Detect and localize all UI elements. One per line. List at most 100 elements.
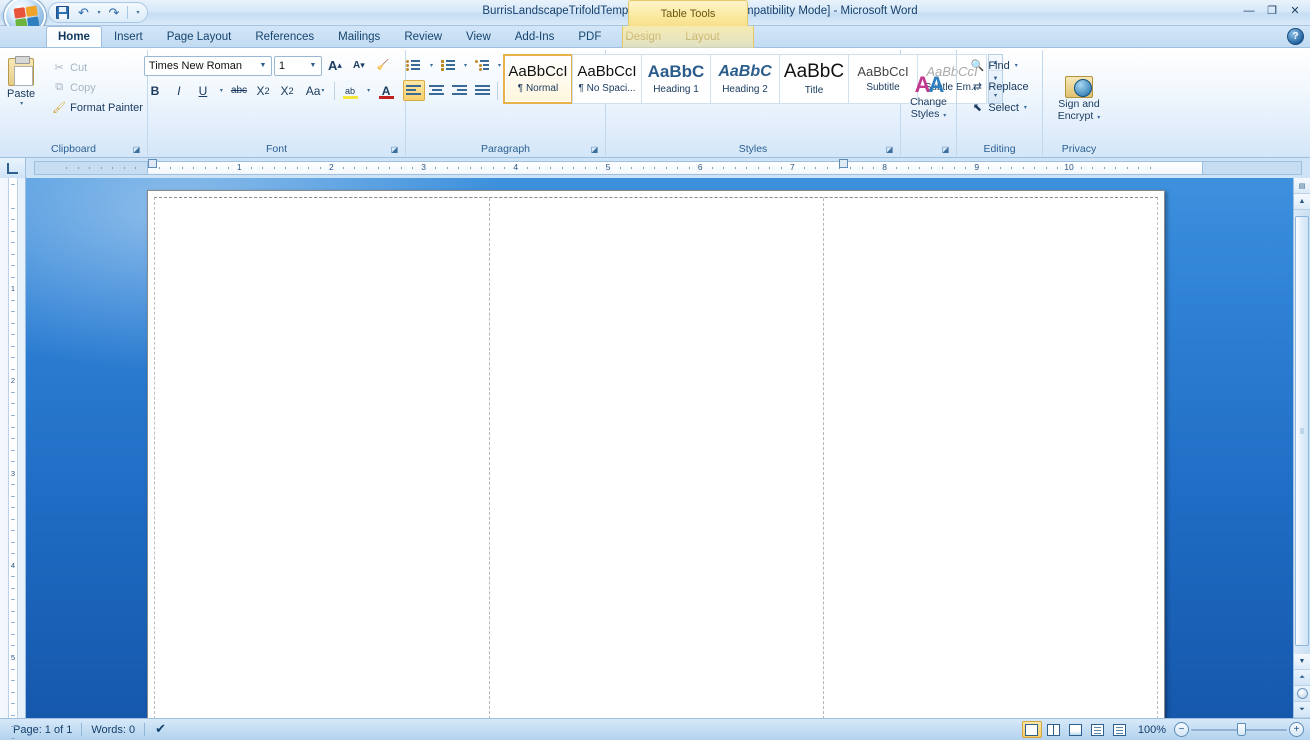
restore-button[interactable]: ❐ — [1261, 2, 1283, 19]
change-styles-dialog-launcher[interactable]: ◪ — [940, 144, 951, 155]
tab-view[interactable]: View — [454, 26, 503, 47]
right-indent-marker[interactable] — [839, 159, 848, 168]
style-name: ¶ Normal — [517, 83, 559, 95]
web-layout-view-button[interactable] — [1066, 721, 1086, 738]
tab-insert[interactable]: Insert — [102, 26, 155, 47]
superscript-button[interactable]: X2 — [276, 80, 298, 101]
horizontal-ruler[interactable]: 1 2 3 4 5 6 7 8 9 10 — [26, 158, 1310, 178]
zoom-slider-thumb[interactable] — [1237, 723, 1246, 736]
scroll-thumb[interactable] — [1295, 216, 1309, 646]
underline-button[interactable]: U — [192, 80, 214, 101]
font-dialog-launcher[interactable]: ◪ — [389, 144, 400, 155]
styles-group-label: Styles ◪ — [609, 141, 897, 156]
tab-home[interactable]: Home — [46, 26, 102, 47]
style-no-spacing[interactable]: AaBbCcI ¶ No Spaci... — [572, 54, 642, 104]
clear-formatting-button[interactable]: 🧹 — [372, 55, 394, 76]
style-heading-1[interactable]: AaBbC Heading 1 — [641, 54, 711, 104]
bold-button[interactable]: B — [144, 80, 166, 101]
help-button[interactable]: ? — [1287, 28, 1304, 45]
proofing-status-button[interactable] — [145, 721, 179, 739]
vertical-ruler-number: 3 — [10, 468, 16, 478]
zoom-out-button[interactable]: − — [1174, 722, 1189, 737]
style-heading-2[interactable]: AaBbC Heading 2 — [710, 54, 780, 104]
tab-references[interactable]: References — [243, 26, 326, 47]
style-preview: AaBbCcI — [508, 62, 568, 80]
text-highlight-button[interactable]: ab — [339, 80, 361, 101]
select-browse-object-button[interactable] — [1294, 686, 1310, 702]
shrink-font-button[interactable]: A ▾ — [348, 55, 370, 76]
align-left-button[interactable] — [402, 80, 425, 101]
paragraph-dialog-launcher[interactable]: ◪ — [589, 144, 600, 155]
document-page[interactable] — [147, 190, 1165, 718]
font-family-combo[interactable]: Times New Roman ▼ — [143, 55, 272, 76]
scroll-down-button[interactable]: ▼ — [1294, 654, 1310, 670]
justify-button[interactable] — [472, 80, 494, 101]
clipboard-dialog-launcher[interactable]: ◪ — [131, 144, 142, 155]
vertical-ruler[interactable]: 1 2 3 4 5 — [0, 178, 26, 739]
numbering-dropdown[interactable]: ▾ — [460, 55, 470, 76]
underline-dropdown[interactable]: ▾ — [216, 80, 226, 101]
change-case-button[interactable]: Aa ▾ — [300, 80, 330, 101]
sign-and-encrypt-button[interactable]: Sign and Encrypt ▾ — [1046, 69, 1112, 125]
find-button[interactable]: 🔍 Find ▾ — [965, 56, 1033, 75]
cut-button[interactable]: ✂ Cut — [47, 58, 148, 77]
tab-design[interactable]: Design — [613, 26, 673, 47]
align-right-button[interactable] — [449, 80, 471, 101]
tab-review[interactable]: Review — [392, 26, 454, 47]
redo-button[interactable]: ↷ — [104, 4, 124, 21]
tab-pdf[interactable]: PDF — [566, 26, 613, 47]
vertical-scrollbar[interactable]: ▤ ▲ ▼ ⏶ ⏷ — [1293, 178, 1310, 718]
find-label: Find — [988, 59, 1010, 72]
undo-button[interactable]: ↷ — [73, 4, 93, 21]
split-box[interactable]: ▤ — [1294, 178, 1310, 194]
bullets-button[interactable] — [403, 55, 425, 76]
tab-page-layout[interactable]: Page Layout — [155, 26, 244, 47]
replace-button[interactable]: ⇄ Replace — [965, 77, 1033, 96]
tab-add-ins[interactable]: Add-Ins — [503, 26, 567, 47]
undo-dropdown[interactable]: ▾ — [94, 4, 103, 21]
page-indicator[interactable]: Page: 1 of 1 — [4, 721, 81, 739]
close-button[interactable]: ✕ — [1284, 2, 1306, 19]
zoom-slider[interactable] — [1191, 722, 1287, 737]
zoom-in-button[interactable]: + — [1289, 722, 1304, 737]
tab-layout[interactable]: Layout — [673, 26, 732, 47]
font-color-button[interactable]: A — [375, 80, 397, 101]
first-line-indent-marker[interactable] — [148, 159, 157, 168]
word-count[interactable]: Words: 0 — [82, 721, 144, 739]
zoom-level-label[interactable]: 100% — [1132, 724, 1172, 736]
print-layout-view-button[interactable] — [1021, 721, 1042, 738]
draft-view-button[interactable] — [1110, 721, 1130, 738]
align-center-button[interactable] — [426, 80, 448, 101]
change-styles-button[interactable]: AA Change Styles ▾ — [904, 71, 954, 123]
outline-view-button[interactable] — [1088, 721, 1108, 738]
next-page-button[interactable]: ⏷ — [1294, 702, 1310, 718]
select-button[interactable]: ⬉ Select ▾ — [965, 98, 1033, 117]
highlight-dropdown[interactable]: ▾ — [363, 80, 373, 101]
trifold-table[interactable] — [154, 197, 1158, 718]
minimize-button[interactable]: — — [1238, 2, 1260, 19]
bullets-dropdown[interactable]: ▾ — [426, 55, 436, 76]
strikethrough-button[interactable]: abc — [228, 80, 250, 101]
ribbon-group-editing: 🔍 Find ▾ ⇄ Replace ⬉ Select ▾ Editing — [957, 50, 1043, 156]
tab-stop-selector[interactable] — [0, 158, 26, 178]
paste-button[interactable]: Paste ▾ — [0, 55, 43, 117]
scroll-track[interactable] — [1294, 210, 1310, 654]
font-size-combo[interactable]: 1 ▼ — [273, 55, 322, 76]
styles-dialog-launcher[interactable]: ◪ — [884, 144, 895, 155]
tab-mailings[interactable]: Mailings — [326, 26, 392, 47]
document-canvas[interactable] — [26, 178, 1293, 718]
style-title[interactable]: AaBbC Title — [779, 54, 849, 104]
copy-button[interactable]: ⧉ Copy — [47, 78, 148, 97]
format-painter-button[interactable]: 🖌 Format Painter — [47, 98, 148, 117]
subscript-button[interactable]: X2 — [252, 80, 274, 101]
style-normal[interactable]: AaBbCcI ¶ Normal — [503, 54, 573, 104]
save-button[interactable] — [52, 4, 72, 21]
scroll-up-button[interactable]: ▲ — [1294, 194, 1310, 210]
customize-qat-button[interactable]: ▾ — [131, 4, 144, 21]
previous-page-button[interactable]: ⏶ — [1294, 670, 1310, 686]
italic-button[interactable]: I — [168, 80, 190, 101]
full-screen-reading-view-button[interactable] — [1044, 721, 1064, 738]
grow-font-button[interactable]: A ▴ — [324, 55, 346, 76]
multilevel-list-button[interactable] — [471, 55, 493, 76]
numbering-button[interactable] — [437, 55, 459, 76]
